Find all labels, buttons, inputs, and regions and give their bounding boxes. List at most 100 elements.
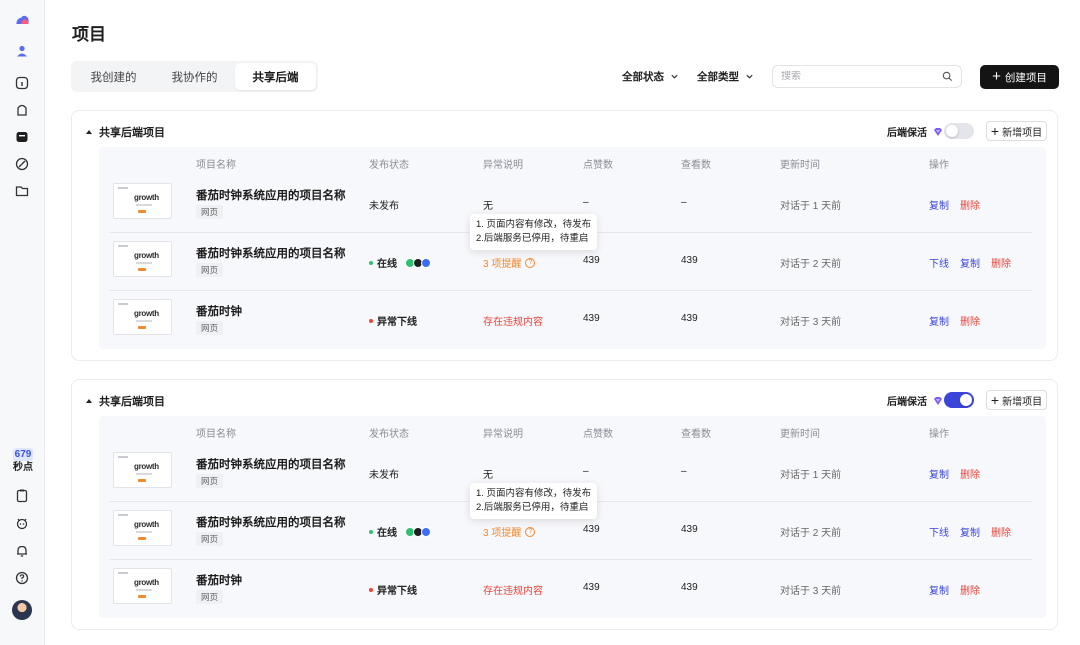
offline-link[interactable]: 下线 [929,524,949,539]
publish-status: 异常下线 [369,582,417,597]
table-header: 异常说明 [483,429,523,440]
project-name[interactable]: 番茄时钟系统应用的项目名称 [196,456,346,472]
project-thumbnail[interactable]: growth [113,299,172,335]
copy-link[interactable]: 复制 [929,313,949,328]
table-row[interactable]: growth 番茄时钟 网页 异常下线 存在违规内容 439 439 对话于 3 天前 复制 删除 [99,290,1046,348]
table-header: 发布状态 [369,429,409,440]
left-sidebar: 679 秒点 [0,0,45,645]
project-name[interactable]: 番茄时钟系统应用的项目名称 [196,187,346,203]
project-type-tag: 网页 [196,532,224,546]
home-icon[interactable] [12,73,32,93]
likes-count: – [583,197,589,208]
views-count: – [681,197,687,208]
thumbnail-text: growth [134,309,159,318]
tab-collaborated[interactable]: 我协作的 [154,63,235,90]
project-name[interactable]: 番茄时钟 [196,303,242,319]
keepalive-toggle[interactable] [944,392,974,408]
type-filter[interactable]: 全部类型 [697,69,754,84]
publish-status: 未发布 [369,201,399,212]
keepalive-label-group: 后端保活 [887,124,944,139]
tab-shared-backend[interactable]: 共享后端 [235,63,316,90]
copy-link[interactable]: 复制 [929,466,949,481]
store-icon[interactable] [12,127,32,147]
user-icon[interactable] [12,41,32,61]
keepalive-toggle[interactable] [944,123,974,139]
logo-icon[interactable] [12,10,32,30]
clipboard-icon[interactable] [12,486,32,506]
row-actions: 下线 复制 删除 [929,255,1011,270]
publish-status: 未发布 [369,470,399,481]
table-header: 操作 [929,429,949,440]
bell-icon[interactable] [12,541,32,561]
likes-count: 439 [583,255,600,266]
project-name[interactable]: 番茄时钟系统应用的项目名称 [196,245,346,261]
create-project-label: 创建项目 [1004,71,1047,84]
copy-link[interactable]: 复制 [929,197,949,212]
plugin-icon[interactable] [12,100,32,120]
publish-status: 在线 [369,255,431,270]
project-thumbnail[interactable]: growth [113,510,172,546]
panel-header-toggle[interactable]: 共享后端项目 [86,393,165,409]
caret-up-icon [86,130,92,134]
tooltip-line: 2.后端服务已停用，待重启 [476,233,589,244]
search-input[interactable] [781,71,931,82]
copy-link[interactable]: 复制 [960,255,980,270]
keepalive-label: 后端保活 [887,128,927,139]
delete-link[interactable]: 删除 [991,524,1011,539]
tab-bar: 我创建的 我协作的 共享后端 [71,61,318,92]
warning-note[interactable]: 3 项提醒? [483,255,536,270]
likes-count: 439 [583,524,600,535]
delete-link[interactable]: 删除 [960,313,980,328]
diamond-icon [934,396,942,405]
delete-link[interactable]: 删除 [960,466,980,481]
table-header: 点赞数 [583,160,613,171]
table-header: 发布状态 [369,160,409,171]
status-filter[interactable]: 全部状态 [622,69,679,84]
error-note: 存在违规内容 [483,586,543,597]
warning-note-label: 3 项提醒 [483,259,522,270]
updated-time: 对话于 3 天前 [780,317,842,328]
row-divider [109,290,1032,291]
delete-link[interactable]: 删除 [991,255,1011,270]
project-thumbnail[interactable]: growth [113,568,172,604]
avatar[interactable] [12,600,32,620]
table-row[interactable]: growth 番茄时钟 网页 异常下线 存在违规内容 439 439 对话于 3 天前 复制 删除 [99,559,1046,617]
add-project-button[interactable]: + 新增项目 [986,121,1047,141]
updated-time: 对话于 1 天前 [780,201,842,212]
panel-header-toggle[interactable]: 共享后端项目 [86,124,165,140]
shared-backend-panel: 共享后端项目 后端保活 + 新增项目 项目名称 发布状态 异常说明 点赞数 查看数 更新时间 操作 g… [71,110,1058,361]
project-name[interactable]: 番茄时钟 [196,572,242,588]
bot-icon[interactable] [12,513,32,533]
online-dot [369,260,373,265]
publish-status-label: 异常下线 [377,586,417,597]
table-header: 点赞数 [583,429,613,440]
points-counter[interactable]: 679 秒点 [7,448,39,474]
likes-count: 439 [583,582,600,593]
keepalive-label: 后端保活 [887,397,927,408]
views-count: 439 [681,524,698,535]
project-thumbnail[interactable]: growth [113,241,172,277]
copy-link[interactable]: 复制 [929,582,949,597]
add-project-label: 新增项目 [1002,396,1043,408]
platform-badges [405,526,431,537]
delete-link[interactable]: 删除 [960,197,980,212]
create-project-button[interactable]: + 创建项目 [980,65,1059,89]
offline-link[interactable]: 下线 [929,255,949,270]
search-icon[interactable] [942,71,953,82]
warning-note[interactable]: 3 项提醒? [483,524,536,539]
copy-link[interactable]: 复制 [960,524,980,539]
compass-icon[interactable] [12,154,32,174]
add-project-button[interactable]: + 新增项目 [986,390,1047,410]
project-name[interactable]: 番茄时钟系统应用的项目名称 [196,514,346,530]
help-icon[interactable] [12,568,32,588]
platform-badges [405,257,431,268]
project-thumbnail[interactable]: growth [113,452,172,488]
folder-icon[interactable] [12,181,32,201]
delete-link[interactable]: 删除 [960,582,980,597]
app-root: 679 秒点 项目 我创建的 我协作的 共享后端 全部状态 全部类型 搜索 + … [0,0,1080,645]
tab-created[interactable]: 我创建的 [73,63,154,90]
project-thumbnail[interactable]: growth [113,183,172,219]
caret-up-icon [86,399,92,403]
panel-title: 共享后端项目 [99,396,165,408]
tooltip-line: 1. 页面内容有修改，待发布 [476,488,592,499]
